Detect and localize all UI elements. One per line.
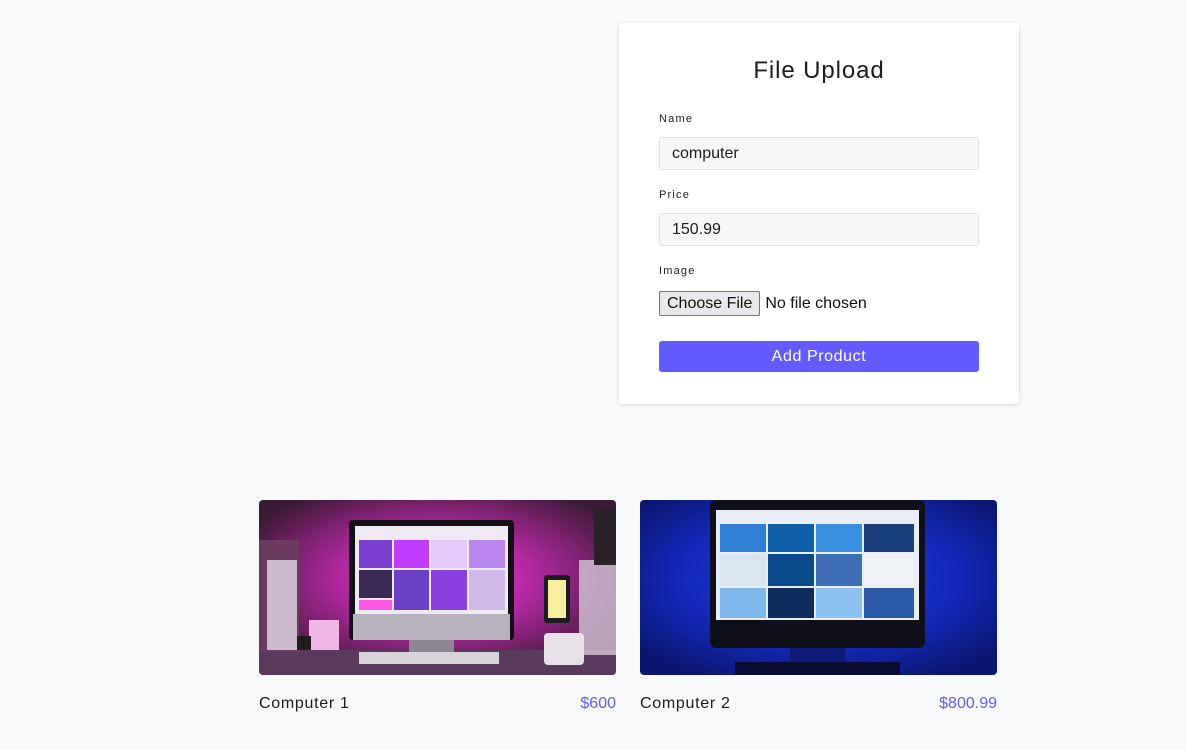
file-input: Choose File No file chosen (659, 291, 867, 316)
upload-card: File Upload Name Price Image Choose File… (619, 23, 1019, 404)
product-image (640, 500, 997, 675)
price-label: Price (659, 189, 691, 201)
product-name: Computer 2 (640, 695, 731, 712)
product-name: Computer 1 (259, 695, 350, 712)
name-label: Name (659, 113, 694, 125)
product-card: Computer 2 $800.99 (640, 500, 997, 715)
product-price: $800.99 (939, 695, 997, 712)
file-status-text: No file chosen (765, 294, 867, 312)
product-card: Computer 1 $600 (259, 500, 616, 715)
price-input[interactable] (659, 213, 979, 246)
add-product-button[interactable]: Add Product (659, 341, 979, 372)
image-label: Image (659, 265, 696, 277)
name-input[interactable] (659, 137, 979, 170)
choose-file-button[interactable]: Choose File (659, 291, 761, 316)
product-image (259, 500, 616, 675)
product-price: $600 (580, 695, 616, 712)
form-title: File Upload (753, 57, 885, 84)
